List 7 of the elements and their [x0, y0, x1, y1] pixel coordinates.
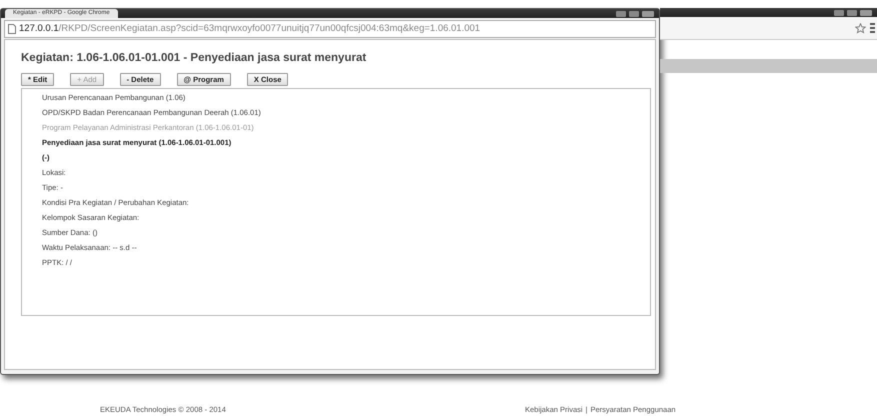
star-icon[interactable]: [855, 22, 866, 34]
window-controls-icon[interactable]: [833, 8, 873, 16]
page-heading: Kegiatan: 1.06-1.06.01-01.001 - Penyediaan jasa surat menyurat: [21, 52, 368, 64]
address-bar[interactable]: 127.0.0.1/RKPD/ScreenKegiatan.asp?scid=63mqrwxoyfo0077unuitjq77un00qfcsj004:63mq&keg=1.06.01.001: [4, 20, 656, 38]
page-icon: [8, 24, 16, 34]
menu-icon[interactable]: [870, 23, 875, 33]
window-controls-icon[interactable]: [615, 10, 655, 18]
